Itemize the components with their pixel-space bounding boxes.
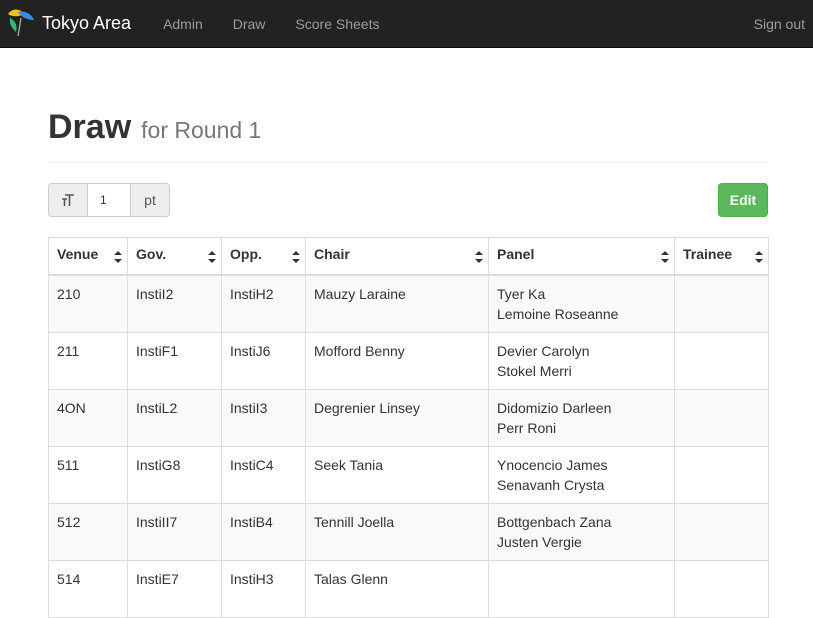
sort-icon	[292, 251, 300, 263]
cell-chair: Degrenier Linsey	[305, 388, 489, 447]
cell-trainee	[674, 274, 769, 333]
cell-opp: InstiH2	[221, 274, 306, 333]
font-unit-label: pt	[130, 184, 169, 216]
header-label: Opp.	[230, 246, 262, 262]
panel-member: Stokel Merri	[497, 362, 572, 379]
cell-chair: Seek Tania	[305, 445, 489, 504]
sign-out-link[interactable]: Sign out	[754, 0, 813, 48]
panel-member: Didomizio Darleen	[497, 399, 612, 416]
page-title: Draw	[48, 108, 132, 146]
cell-venue: 514	[48, 559, 128, 618]
cell-panel: Bottgenbach Zana Justen Vergie	[488, 502, 675, 561]
page-header: Draw for Round 1	[48, 110, 768, 163]
table-row: 4ON InstiL2 InstiI3 Degrenier Linsey Did…	[48, 388, 769, 447]
brand-link[interactable]: Tokyo Area	[0, 0, 148, 48]
font-size-icon[interactable]	[49, 184, 88, 216]
cell-chair: Mauzy Laraine	[305, 274, 489, 333]
table-header-row: Venue Gov. Opp. Chair Panel Trainee	[48, 237, 769, 276]
navbar: Tokyo Area Admin Draw Score Sheets Sign …	[0, 0, 813, 48]
brand-title: Tokyo Area	[42, 13, 132, 33]
table-row: 512 InstiII7 InstiB4 Tennill Joella Bott…	[48, 502, 769, 561]
sort-icon	[755, 251, 763, 263]
cell-venue: 4ON	[48, 388, 128, 447]
main-container: Draw for Round 1 pt Edit Venue G	[0, 110, 813, 618]
panel-member: Lemoine Roseanne	[497, 305, 619, 322]
cell-trainee	[674, 388, 769, 447]
cell-gov: InstiL2	[127, 388, 222, 447]
header-gov[interactable]: Gov.	[127, 237, 222, 276]
header-label: Venue	[57, 246, 99, 262]
cell-panel: Didomizio Darleen Perr Roni	[488, 388, 675, 447]
edit-button[interactable]: Edit	[718, 183, 768, 217]
sort-icon	[114, 251, 122, 263]
nav-admin[interactable]: Admin	[148, 0, 218, 48]
table-row: 211 InstiF1 InstiJ6 Mofford Benny Devier…	[48, 331, 769, 390]
cell-opp: InstiC4	[221, 445, 306, 504]
header-trainee[interactable]: Trainee	[674, 237, 769, 276]
cell-panel	[488, 559, 675, 618]
header-label: Trainee	[683, 246, 733, 262]
cell-opp: InstiH3	[221, 559, 306, 618]
font-size-input[interactable]	[88, 184, 130, 216]
panel-member: Devier Carolyn	[497, 342, 590, 359]
cell-chair: Mofford Benny	[305, 331, 489, 390]
sort-icon	[208, 251, 216, 263]
cell-gov: InstiI2	[127, 274, 222, 333]
sort-icon	[475, 251, 483, 263]
cell-venue: 512	[48, 502, 128, 561]
nav-score-sheets[interactable]: Score Sheets	[280, 0, 394, 48]
cell-gov: InstiG8	[127, 445, 222, 504]
cell-venue: 211	[48, 331, 128, 390]
cell-opp: InstiI3	[221, 388, 306, 447]
table-row: 210 InstiI2 InstiH2 Mauzy Laraine Tyer K…	[48, 274, 769, 333]
table-row: 514 InstiE7 InstiH3 Talas Glenn	[48, 559, 769, 618]
cell-opp: InstiB4	[221, 502, 306, 561]
page-subtitle: for Round 1	[141, 117, 262, 143]
cell-venue: 210	[48, 274, 128, 333]
cell-venue: 511	[48, 445, 128, 504]
nav-draw[interactable]: Draw	[218, 0, 281, 48]
cell-trainee	[674, 331, 769, 390]
cell-trainee	[674, 559, 769, 618]
header-label: Chair	[314, 246, 350, 262]
cell-panel: Devier Carolyn Stokel Merri	[488, 331, 675, 390]
toolbar: pt Edit	[48, 183, 768, 217]
header-venue[interactable]: Venue	[48, 237, 128, 276]
header-opp[interactable]: Opp.	[221, 237, 306, 276]
cell-trainee	[674, 445, 769, 504]
header-label: Panel	[497, 246, 535, 262]
table-row: 511 InstiG8 InstiC4 Seek Tania Ynocencio…	[48, 445, 769, 504]
panel-member: Tyer Ka	[497, 285, 546, 302]
panel-member: Ynocencio James	[497, 456, 608, 473]
panel-member: Justen Vergie	[497, 533, 582, 550]
cell-panel: Ynocencio James Senavanh Crysta	[488, 445, 675, 504]
draw-table: Venue Gov. Opp. Chair Panel Trainee 210 …	[48, 237, 769, 618]
cell-gov: InstiF1	[127, 331, 222, 390]
cell-gov: InstiII7	[127, 502, 222, 561]
header-panel[interactable]: Panel	[488, 237, 675, 276]
header-label: Gov.	[136, 246, 167, 262]
panel-member: Perr Roni	[497, 419, 557, 436]
panel-member: Bottgenbach Zana	[497, 513, 612, 530]
cell-opp: InstiJ6	[221, 331, 306, 390]
cell-trainee	[674, 502, 769, 561]
sort-icon	[661, 251, 669, 263]
panel-member: Senavanh Crysta	[497, 476, 605, 493]
cell-panel: Tyer Ka Lemoine Roseanne	[488, 274, 675, 333]
font-size-group: pt	[48, 183, 170, 217]
header-chair[interactable]: Chair	[305, 237, 489, 276]
cell-chair: Tennill Joella	[305, 502, 489, 561]
ginkgo-logo-icon	[4, 6, 38, 42]
cell-chair: Talas Glenn	[305, 559, 489, 618]
cell-gov: InstiE7	[127, 559, 222, 618]
